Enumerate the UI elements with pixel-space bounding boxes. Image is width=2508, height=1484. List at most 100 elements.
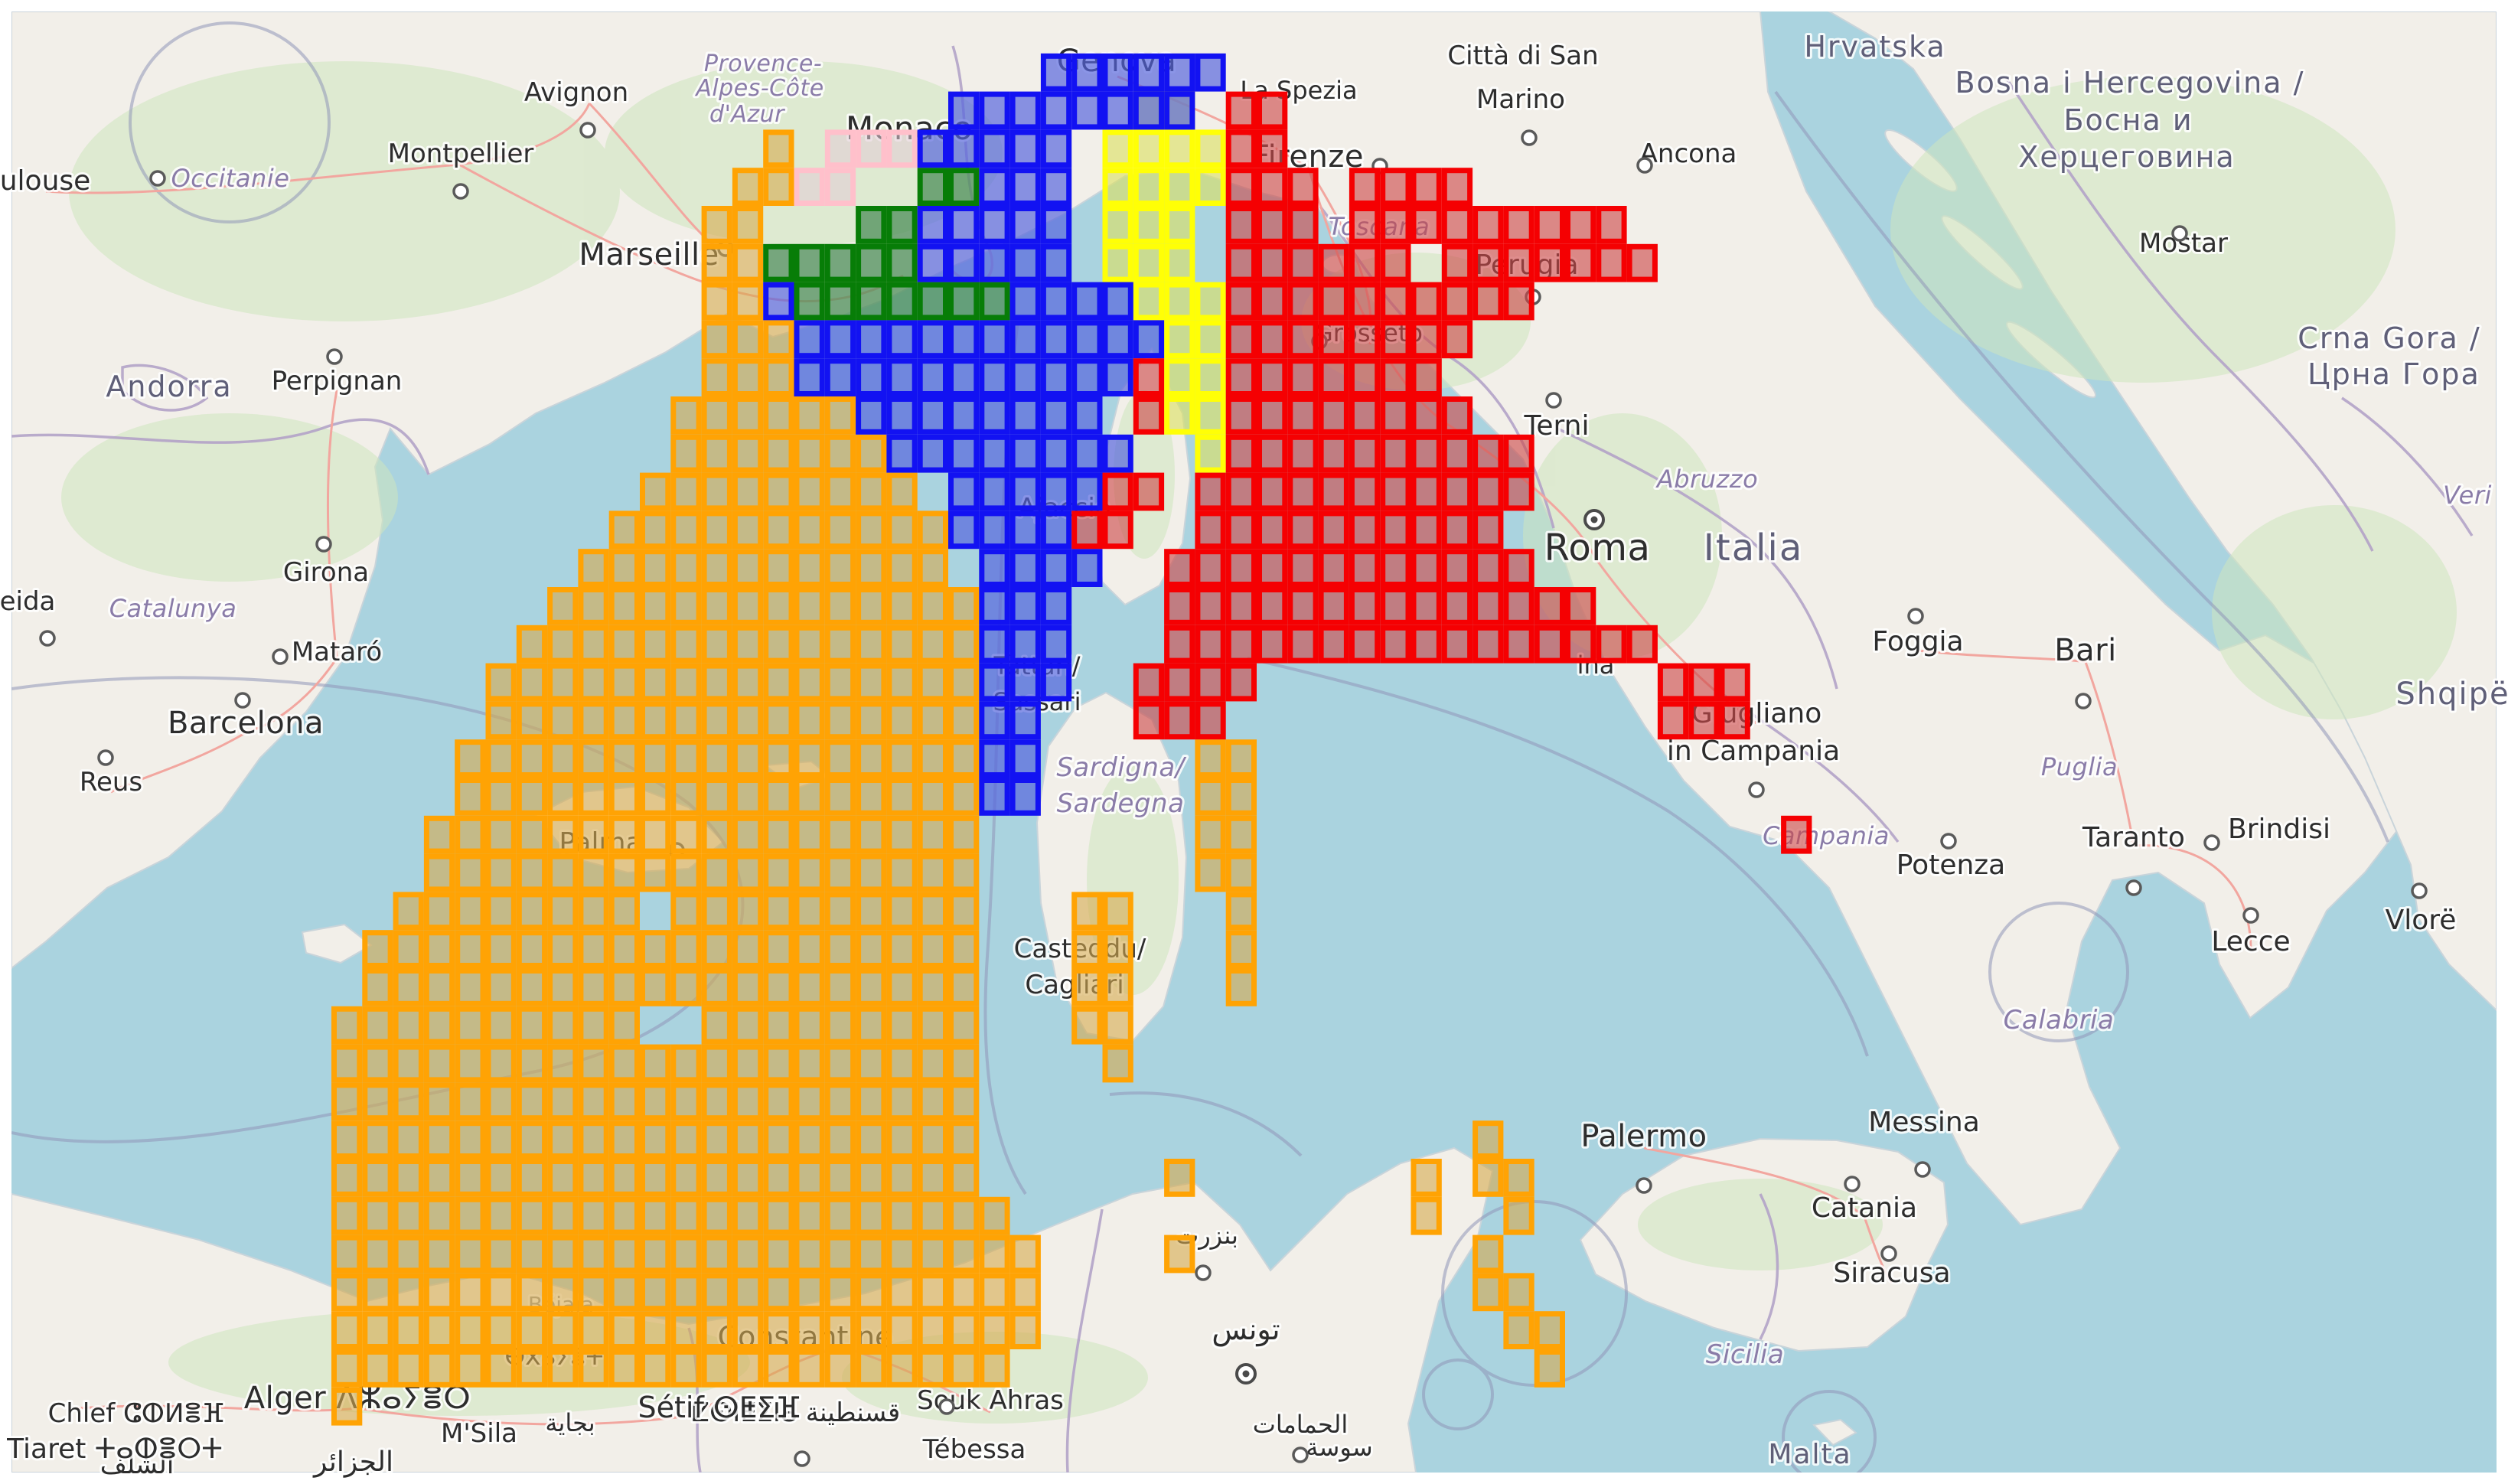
- grid-cell[interactable]: [519, 1238, 544, 1270]
- grid-cell[interactable]: [735, 781, 760, 814]
- grid-cell[interactable]: [766, 742, 791, 775]
- grid-cell[interactable]: [581, 1085, 606, 1118]
- grid-cell[interactable]: [1228, 437, 1254, 470]
- grid-cell[interactable]: [889, 818, 915, 851]
- grid-cell[interactable]: [1383, 171, 1408, 204]
- grid-cell[interactable]: [1013, 590, 1038, 623]
- grid-cell[interactable]: [889, 971, 915, 1004]
- grid-cell[interactable]: [704, 1238, 729, 1270]
- grid-cell[interactable]: [1568, 628, 1593, 660]
- grid-cell[interactable]: [1228, 323, 1254, 356]
- grid-cell[interactable]: [488, 1199, 514, 1232]
- grid-cell[interactable]: [519, 1314, 544, 1347]
- grid-cell[interactable]: [396, 1085, 421, 1118]
- grid-cell[interactable]: [365, 1009, 390, 1042]
- grid-cell[interactable]: [1167, 1162, 1192, 1195]
- grid-cell[interactable]: [1506, 1162, 1531, 1195]
- grid-cell[interactable]: [550, 781, 576, 814]
- grid-cell[interactable]: [1013, 209, 1038, 242]
- grid-cell[interactable]: [581, 742, 606, 775]
- grid-cell[interactable]: [1414, 400, 1439, 432]
- grid-cell[interactable]: [735, 552, 760, 585]
- grid-cell[interactable]: [488, 1276, 514, 1309]
- grid-cell[interactable]: [1198, 475, 1223, 508]
- grid-cell[interactable]: [797, 742, 822, 775]
- grid-cell[interactable]: [766, 628, 791, 660]
- grid-cell[interactable]: [612, 1009, 637, 1042]
- grid-cell[interactable]: [827, 361, 853, 394]
- grid-cell[interactable]: [1321, 514, 1346, 546]
- grid-cell[interactable]: [1228, 514, 1254, 546]
- grid-cell[interactable]: [704, 895, 729, 928]
- grid-cell[interactable]: [1013, 437, 1038, 470]
- grid-cell[interactable]: [519, 704, 544, 737]
- grid-cell[interactable]: [612, 1238, 637, 1270]
- grid-cell[interactable]: [827, 895, 853, 928]
- grid-cell[interactable]: [1105, 1047, 1130, 1080]
- grid-cell[interactable]: [426, 1009, 452, 1042]
- grid-cell[interactable]: [334, 1009, 360, 1042]
- grid-cell[interactable]: [1167, 132, 1192, 165]
- grid-cell[interactable]: [1075, 933, 1100, 966]
- grid-cell[interactable]: [920, 1085, 945, 1118]
- grid-cell[interactable]: [1414, 552, 1439, 585]
- grid-cell[interactable]: [1013, 246, 1038, 279]
- grid-cell[interactable]: [1198, 437, 1223, 470]
- grid-cell[interactable]: [704, 1276, 729, 1309]
- grid-cell[interactable]: [704, 323, 729, 356]
- grid-cell[interactable]: [766, 1238, 791, 1270]
- grid-cell[interactable]: [859, 475, 884, 508]
- grid-cell[interactable]: [1383, 400, 1408, 432]
- grid-cell[interactable]: [797, 666, 822, 699]
- grid-cell[interactable]: [1629, 246, 1655, 279]
- grid-cell[interactable]: [1013, 704, 1038, 737]
- grid-cell[interactable]: [859, 856, 884, 889]
- grid-cell[interactable]: [1105, 361, 1130, 394]
- grid-cell[interactable]: [1290, 323, 1316, 356]
- grid-cell[interactable]: [797, 514, 822, 546]
- grid-cell[interactable]: [889, 590, 915, 623]
- grid-cell[interactable]: [1476, 437, 1501, 470]
- grid-cell[interactable]: [1568, 209, 1593, 242]
- grid-cell[interactable]: [704, 818, 729, 851]
- grid-cell[interactable]: [920, 1162, 945, 1195]
- grid-cell[interactable]: [1198, 132, 1223, 165]
- grid-cell[interactable]: [1228, 361, 1254, 394]
- grid-cell[interactable]: [827, 246, 853, 279]
- grid-cell[interactable]: [1075, 1009, 1100, 1042]
- grid-cell[interactable]: [859, 933, 884, 966]
- grid-cell[interactable]: [797, 1047, 822, 1080]
- grid-cell[interactable]: [1228, 895, 1254, 928]
- grid-cell[interactable]: [1075, 361, 1100, 394]
- grid-cell[interactable]: [827, 1276, 853, 1309]
- grid-cell[interactable]: [797, 246, 822, 279]
- grid-cell[interactable]: [920, 1352, 945, 1385]
- grid-cell[interactable]: [458, 1314, 483, 1347]
- grid-cell[interactable]: [766, 666, 791, 699]
- grid-cell[interactable]: [1260, 323, 1285, 356]
- grid-cell[interactable]: [519, 971, 544, 1004]
- grid-cell[interactable]: [519, 1047, 544, 1080]
- grid-cell[interactable]: [1260, 285, 1285, 318]
- grid-cell[interactable]: [1228, 781, 1254, 814]
- grid-cell[interactable]: [766, 933, 791, 966]
- grid-cell[interactable]: [519, 1162, 544, 1195]
- grid-cell[interactable]: [1043, 666, 1068, 699]
- grid-cell[interactable]: [612, 856, 637, 889]
- grid-cell[interactable]: [488, 1238, 514, 1270]
- grid-cell[interactable]: [334, 1085, 360, 1118]
- grid-cell[interactable]: [426, 1124, 452, 1156]
- grid-cell[interactable]: [1383, 437, 1408, 470]
- grid-cell[interactable]: [889, 514, 915, 546]
- grid-cell[interactable]: [1136, 704, 1161, 737]
- grid-cell[interactable]: [827, 704, 853, 737]
- grid-cell[interactable]: [827, 1047, 853, 1080]
- grid-cell[interactable]: [1290, 475, 1316, 508]
- grid-cell[interactable]: [1075, 437, 1100, 470]
- grid-cell[interactable]: [1414, 1162, 1439, 1195]
- grid-cell[interactable]: [1414, 628, 1439, 660]
- grid-cell[interactable]: [396, 1276, 421, 1309]
- grid-cell[interactable]: [1352, 246, 1377, 279]
- grid-cell[interactable]: [458, 742, 483, 775]
- grid-cell[interactable]: [488, 742, 514, 775]
